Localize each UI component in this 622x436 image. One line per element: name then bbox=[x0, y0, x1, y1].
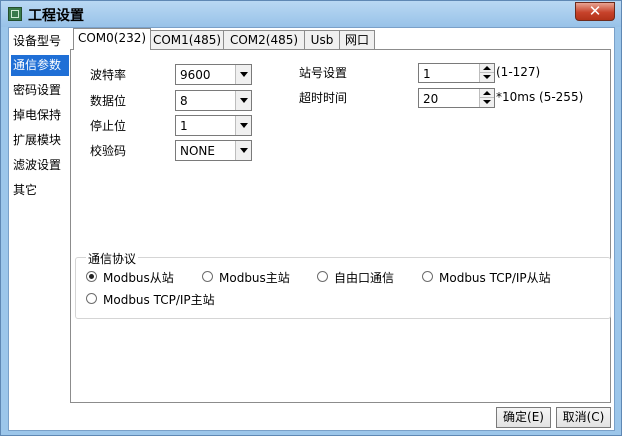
radio-label: Modbus主站 bbox=[219, 271, 290, 285]
data-bits-label: 数据位 bbox=[90, 94, 127, 108]
sidebar-item-other[interactable]: 其它 bbox=[11, 180, 69, 201]
station-spinner[interactable]: 1 bbox=[418, 63, 495, 83]
chevron-down-icon[interactable] bbox=[235, 116, 251, 135]
title-bar[interactable]: 工程设置 ✕ bbox=[1, 1, 621, 27]
timeout-value: 20 bbox=[423, 92, 439, 106]
protocol-group-title: 通信协议 bbox=[86, 250, 139, 267]
timeout-spinner[interactable]: 20 bbox=[418, 88, 495, 108]
spin-down-icon[interactable] bbox=[479, 73, 494, 82]
cancel-button[interactable]: 取消(C) bbox=[556, 407, 611, 428]
chevron-down-icon[interactable] bbox=[235, 91, 251, 110]
comm-params-panel: 波特率 9600 数据位 8 停止位 1 校验码 NONE 站号设置 1 (1-… bbox=[70, 49, 611, 403]
spin-up-icon[interactable] bbox=[479, 64, 494, 73]
settings-sidebar: 设备型号 通信参数 密码设置 掉电保持 扩展模块 滤波设置 其它 bbox=[9, 28, 70, 430]
radio-unselected-icon bbox=[422, 271, 433, 282]
tab-com0[interactable]: COM0(232) bbox=[73, 28, 151, 50]
radio-label: 自由口通信 bbox=[334, 271, 395, 285]
dialog-client: 设备型号 通信参数 密码设置 掉电保持 扩展模块 滤波设置 其它 COM0(23… bbox=[8, 27, 615, 431]
chevron-down-icon[interactable] bbox=[235, 141, 251, 160]
radio-label: Modbus TCP/IP从站 bbox=[439, 271, 551, 285]
tab-usb[interactable]: Usb bbox=[304, 30, 340, 49]
sidebar-item-expansion-module[interactable]: 扩展模块 bbox=[11, 130, 69, 151]
ok-button[interactable]: 确定(E) bbox=[496, 407, 551, 428]
timeout-label: 超时时间 bbox=[299, 91, 348, 105]
tab-network[interactable]: 网口 bbox=[339, 30, 375, 49]
close-button[interactable]: ✕ bbox=[575, 2, 615, 21]
spin-down-icon[interactable] bbox=[479, 98, 494, 107]
parity-label: 校验码 bbox=[90, 144, 127, 158]
sidebar-item-comm-params[interactable]: 通信参数 bbox=[11, 55, 69, 76]
radio-unselected-icon bbox=[86, 293, 97, 304]
parity-value: NONE bbox=[180, 144, 215, 158]
baud-rate-value: 9600 bbox=[180, 68, 211, 82]
sidebar-item-filter[interactable]: 滤波设置 bbox=[11, 155, 69, 176]
sidebar-item-password[interactable]: 密码设置 bbox=[11, 80, 69, 101]
project-settings-window: 工程设置 ✕ 设备型号 通信参数 密码设置 掉电保持 扩展模块 滤波设置 其它 … bbox=[0, 0, 622, 436]
stop-bits-select[interactable]: 1 bbox=[175, 115, 252, 136]
radio-selected-icon bbox=[86, 271, 97, 282]
data-bits-select[interactable]: 8 bbox=[175, 90, 252, 111]
timeout-range-hint: *10ms (5-255) bbox=[496, 90, 584, 104]
data-bits-value: 8 bbox=[180, 94, 188, 108]
baud-rate-label: 波特率 bbox=[90, 68, 127, 82]
chevron-down-icon[interactable] bbox=[235, 65, 251, 84]
station-value: 1 bbox=[423, 67, 431, 81]
sidebar-item-power-retention[interactable]: 掉电保持 bbox=[11, 105, 69, 126]
stop-bits-label: 停止位 bbox=[90, 119, 127, 133]
parity-select[interactable]: NONE bbox=[175, 140, 252, 161]
spin-up-icon[interactable] bbox=[479, 89, 494, 98]
radio-unselected-icon bbox=[202, 271, 213, 282]
radio-label: Modbus从站 bbox=[103, 271, 174, 285]
station-range-hint: (1-127) bbox=[496, 65, 541, 79]
stop-bits-value: 1 bbox=[180, 119, 188, 133]
tab-com2[interactable]: COM2(485) bbox=[223, 30, 305, 49]
baud-rate-select[interactable]: 9600 bbox=[175, 64, 252, 85]
protocol-group: 通信协议 Modbus从站 Modbus主站 自由口通信 Modbus TCP/… bbox=[75, 250, 611, 319]
radio-unselected-icon bbox=[317, 271, 328, 282]
window-title: 工程设置 bbox=[28, 8, 84, 24]
sidebar-item-device-model[interactable]: 设备型号 bbox=[11, 31, 69, 52]
station-label: 站号设置 bbox=[299, 66, 348, 80]
tab-com1[interactable]: COM1(485) bbox=[150, 30, 224, 49]
radio-label: Modbus TCP/IP主站 bbox=[103, 293, 215, 307]
app-icon bbox=[8, 7, 22, 21]
